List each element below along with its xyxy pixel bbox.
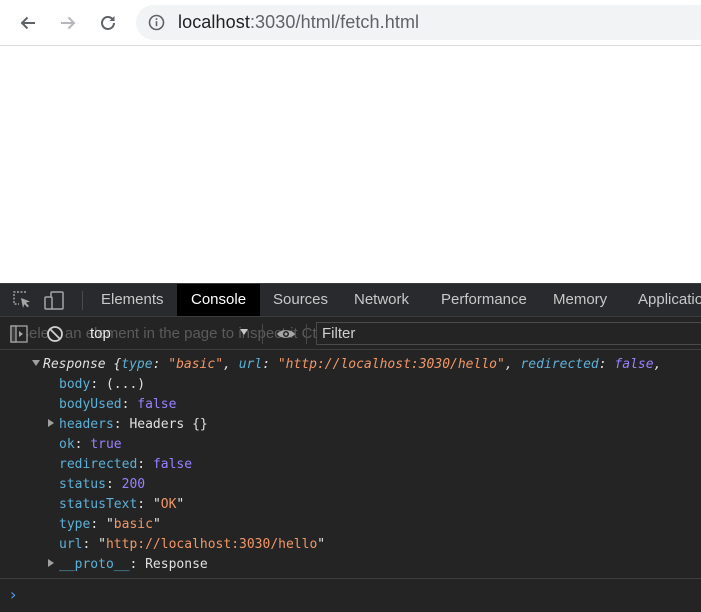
console-prompt[interactable]: › [0, 578, 701, 612]
clear-console-icon[interactable] [46, 325, 64, 343]
expand-triangle-icon[interactable] [48, 559, 54, 567]
address-url[interactable]: localhost:3030/html/fetch.html [178, 12, 419, 33]
page-content [0, 46, 701, 283]
toolbar-separator [262, 324, 263, 344]
live-expression-eye-icon[interactable] [276, 327, 296, 341]
reload-icon [101, 16, 115, 30]
filter-input[interactable] [317, 323, 701, 344]
prop-bodyused: bodyUsed: false [59, 397, 177, 412]
url-link[interactable]: http://localhost:3030/hello [106, 537, 317, 552]
tab-sources[interactable]: Sources [260, 284, 341, 316]
info-icon[interactable] [148, 14, 165, 31]
prop-ok: ok: true [59, 437, 122, 452]
summary-url-key: url [238, 357, 263, 372]
lazy-getter[interactable]: (...) [106, 377, 145, 392]
tab-memory[interactable]: Memory [540, 284, 620, 316]
summary-redirected-key: redirected [520, 357, 599, 372]
tab-elements[interactable]: Elements [88, 284, 177, 316]
devtools-panel: Elements Console Sources Network Perform… [0, 283, 701, 612]
console-output: Response {type: "basic", url: "http://lo… [0, 350, 701, 578]
response-label: Response [43, 357, 106, 372]
tabs-separator [82, 291, 83, 310]
expand-triangle-icon[interactable] [48, 419, 54, 427]
prop-statustext: statusText: "OK" [59, 497, 185, 512]
address-bar[interactable]: localhost:3030/html/fetch.html [136, 5, 701, 40]
url-host: localhost [178, 12, 250, 32]
summary-url-value: "http://localhost:3030/hello" [277, 357, 505, 372]
url-path: :3030/html/fetch.html [249, 12, 420, 32]
prop-type: type: "basic" [59, 517, 161, 532]
console-toolbar: Select an element in the page to inspect… [0, 317, 701, 350]
tab-network[interactable]: Network [341, 284, 422, 316]
context-selector[interactable]: top [90, 325, 111, 342]
inspect-element-icon[interactable] [12, 291, 32, 310]
prop-body: body: (...) [59, 377, 146, 392]
summary-type-value: "basic" [168, 357, 224, 372]
tab-console[interactable]: Console [177, 284, 261, 316]
prop-proto[interactable]: __proto__: Response [59, 555, 208, 575]
browser-toolbar: localhost:3030/html/fetch.html [0, 0, 701, 46]
prompt-chevron-icon: › [10, 585, 17, 604]
summary-redirected-value: false [614, 357, 654, 372]
reload-button[interactable] [93, 8, 123, 38]
response-summary[interactable]: Response {type: "basic", url: "http://lo… [43, 355, 661, 375]
tab-application[interactable]: Applicatio [625, 284, 701, 316]
expand-triangle-icon[interactable] [32, 360, 40, 366]
back-button[interactable] [13, 8, 43, 38]
devtools-tabs-bar: Elements Console Sources Network Perform… [0, 283, 701, 317]
prop-url: url: "http://localhost:3030/hello" [59, 537, 326, 552]
context-dropdown-arrow-icon[interactable] [240, 329, 248, 335]
prop-status: status: 200 [59, 477, 146, 492]
tab-performance[interactable]: Performance [428, 284, 540, 316]
show-console-sidebar-icon[interactable] [10, 325, 28, 343]
toolbar-separator [306, 324, 307, 344]
filter-field[interactable] [316, 322, 701, 345]
summary-type-key: type [121, 357, 153, 372]
prop-redirected: redirected: false [59, 457, 193, 472]
back-arrow-icon [20, 16, 35, 30]
device-toolbar-icon[interactable] [44, 291, 65, 310]
forward-arrow-icon [61, 16, 76, 30]
prop-headers[interactable]: headers: Headers {} [59, 415, 208, 435]
forward-button[interactable] [53, 8, 83, 38]
